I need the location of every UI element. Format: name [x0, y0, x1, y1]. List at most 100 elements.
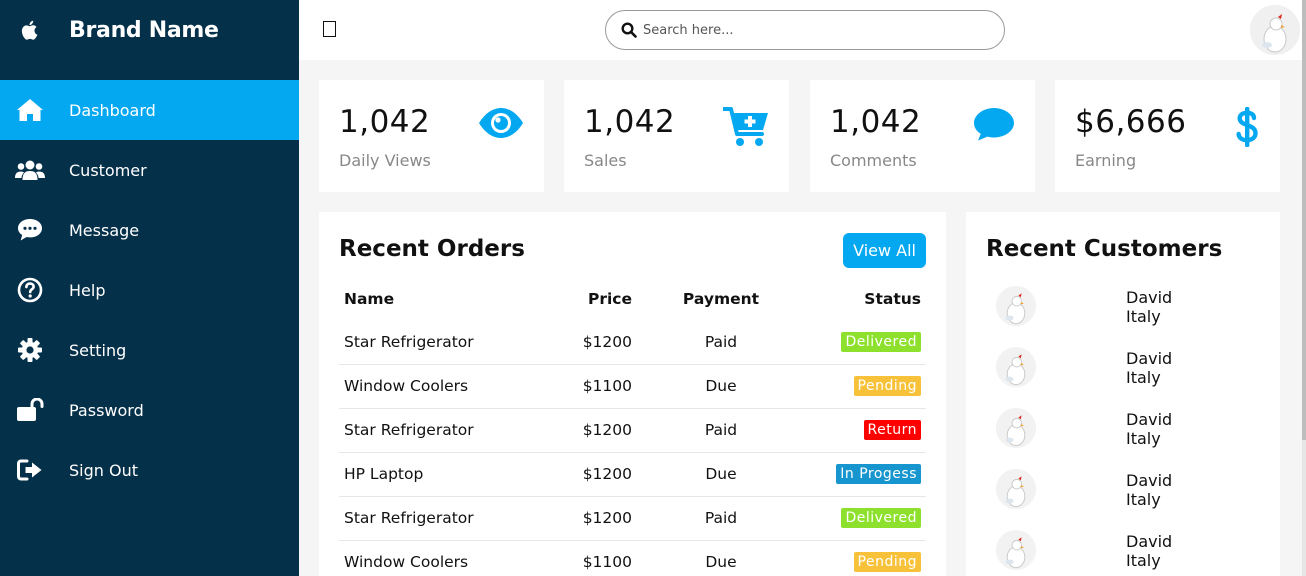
search-input[interactable] — [643, 22, 963, 38]
customer-country: Italy — [1126, 307, 1161, 326]
sidebar-item-dashboard[interactable]: Dashboard — [0, 80, 299, 140]
menu-toggle-button[interactable] — [323, 21, 336, 37]
status-badge: Delivered — [841, 508, 921, 528]
order-payment: Paid — [637, 408, 805, 453]
home-icon — [0, 98, 60, 122]
recent-customers-panel: Recent Customers David Italy David Italy… — [966, 212, 1280, 576]
order-name: HP Laptop — [339, 452, 549, 497]
order-name: Window Coolers — [339, 364, 549, 409]
view-all-button[interactable]: View All — [843, 233, 926, 268]
order-payment: Due — [637, 540, 805, 576]
stat-label: Comments — [830, 151, 917, 170]
column-header-name: Name — [344, 290, 395, 308]
status-badge: Delivered — [841, 331, 921, 352]
stat-value: $6,666 — [1075, 104, 1187, 140]
customer-name: David — [1126, 410, 1173, 429]
status-badge: Pending — [853, 376, 921, 396]
order-name: Star Refrigerator — [339, 320, 549, 365]
orders-table: Name Price Payment Status Star Refrigera… — [339, 278, 926, 576]
customer-country: Italy — [1126, 429, 1161, 448]
search-box[interactable] — [605, 10, 1005, 50]
order-payment: Paid — [637, 320, 805, 365]
brand-name: Brand Name — [69, 17, 219, 43]
user-avatar[interactable] — [1250, 5, 1300, 55]
list-item[interactable]: David Italy — [986, 526, 1266, 576]
order-price: $1100 — [549, 364, 637, 409]
column-header-status: Status — [864, 290, 921, 308]
stat-label: Daily Views — [339, 151, 431, 170]
customer-name: David — [1126, 349, 1173, 368]
sidebar-item-label: Help — [69, 280, 106, 300]
table-row[interactable]: HP Laptop $1200 Due In Progess — [339, 452, 926, 497]
avatar — [996, 408, 1036, 448]
list-item[interactable]: David Italy — [986, 465, 1266, 526]
customer-country: Italy — [1126, 551, 1161, 570]
sidebar-item-message[interactable]: Message — [0, 200, 299, 260]
table-row[interactable]: Window Coolers $1100 Due Pending — [339, 540, 926, 576]
gear-icon — [0, 337, 60, 363]
avatar — [996, 469, 1036, 509]
stat-card-daily-views[interactable]: 1,042 Daily Views — [319, 80, 544, 192]
sidebar-item-label: Sign Out — [69, 460, 138, 480]
stat-value: 1,042 — [339, 104, 431, 140]
status-badge: In Progess — [836, 464, 921, 484]
recent-orders-panel: Recent Orders View All Name Price Paymen… — [319, 212, 946, 576]
dollar-icon — [1234, 106, 1260, 152]
order-name: Window Coolers — [339, 540, 549, 576]
avatar — [996, 530, 1036, 570]
sidebar: Brand Name Dashboard Customer Message He… — [0, 0, 299, 576]
table-header-row: Name Price Payment Status — [339, 278, 926, 320]
list-item[interactable]: David Italy — [986, 404, 1266, 465]
list-item[interactable]: David Italy — [986, 343, 1266, 404]
eye-icon — [478, 106, 524, 144]
page-scrollbar[interactable] — [1302, 0, 1306, 576]
sidebar-item-password[interactable]: Password — [0, 380, 299, 440]
order-price: $1200 — [549, 496, 637, 541]
stat-label: Sales — [584, 151, 627, 170]
users-icon — [0, 159, 60, 181]
customer-country: Italy — [1126, 490, 1161, 509]
stat-value: 1,042 — [584, 104, 676, 140]
sidebar-nav: Dashboard Customer Message Help Setting — [0, 80, 299, 500]
stat-value: 1,042 — [830, 104, 922, 140]
recent-customers-title: Recent Customers — [986, 236, 1223, 262]
order-name: Star Refrigerator — [339, 496, 549, 541]
help-icon — [0, 277, 60, 303]
status-badge: Return — [863, 420, 921, 440]
stat-card-earning[interactable]: $6,666 Earning — [1055, 80, 1280, 192]
brand[interactable]: Brand Name — [0, 0, 299, 60]
order-price: $1200 — [549, 452, 637, 497]
sidebar-item-label: Message — [69, 220, 140, 240]
status-badge: Pending — [853, 552, 921, 572]
order-payment: Due — [637, 364, 805, 409]
table-row[interactable]: Star Refrigerator $1200 Paid Delivered — [339, 496, 926, 541]
list-item[interactable]: David Italy — [986, 282, 1266, 343]
recent-orders-title: Recent Orders — [339, 236, 525, 262]
stat-label: Earning — [1075, 151, 1137, 170]
sign-out-icon — [0, 459, 60, 481]
customer-country: Italy — [1126, 368, 1161, 387]
order-price: $1100 — [549, 540, 637, 576]
lock-icon — [0, 398, 60, 422]
apple-icon — [0, 19, 60, 41]
sidebar-item-sign-out[interactable]: Sign Out — [0, 440, 299, 500]
order-payment: Due — [637, 452, 805, 497]
order-payment: Paid — [637, 496, 805, 541]
cart-icon — [722, 106, 769, 152]
sidebar-item-label: Dashboard — [69, 100, 156, 120]
sidebar-item-help[interactable]: Help — [0, 260, 299, 320]
table-row[interactable]: Star Refrigerator $1200 Paid Return — [339, 408, 926, 453]
stat-card-comments[interactable]: 1,042 Comments — [810, 80, 1035, 192]
scrollbar-thumb[interactable] — [1302, 0, 1306, 440]
order-name: Star Refrigerator — [339, 408, 549, 453]
order-price: $1200 — [549, 408, 637, 453]
table-row[interactable]: Star Refrigerator $1200 Paid Delivered — [339, 320, 926, 365]
customer-name: David — [1126, 288, 1173, 307]
table-row[interactable]: Window Coolers $1100 Due Pending — [339, 364, 926, 409]
sidebar-item-customer[interactable]: Customer — [0, 140, 299, 200]
customer-name: David — [1126, 471, 1173, 490]
sidebar-item-setting[interactable]: Setting — [0, 320, 299, 380]
customer-list: David Italy David Italy David Italy Davi… — [986, 282, 1266, 576]
stat-card-sales[interactable]: 1,042 Sales — [564, 80, 789, 192]
avatar — [996, 286, 1036, 326]
